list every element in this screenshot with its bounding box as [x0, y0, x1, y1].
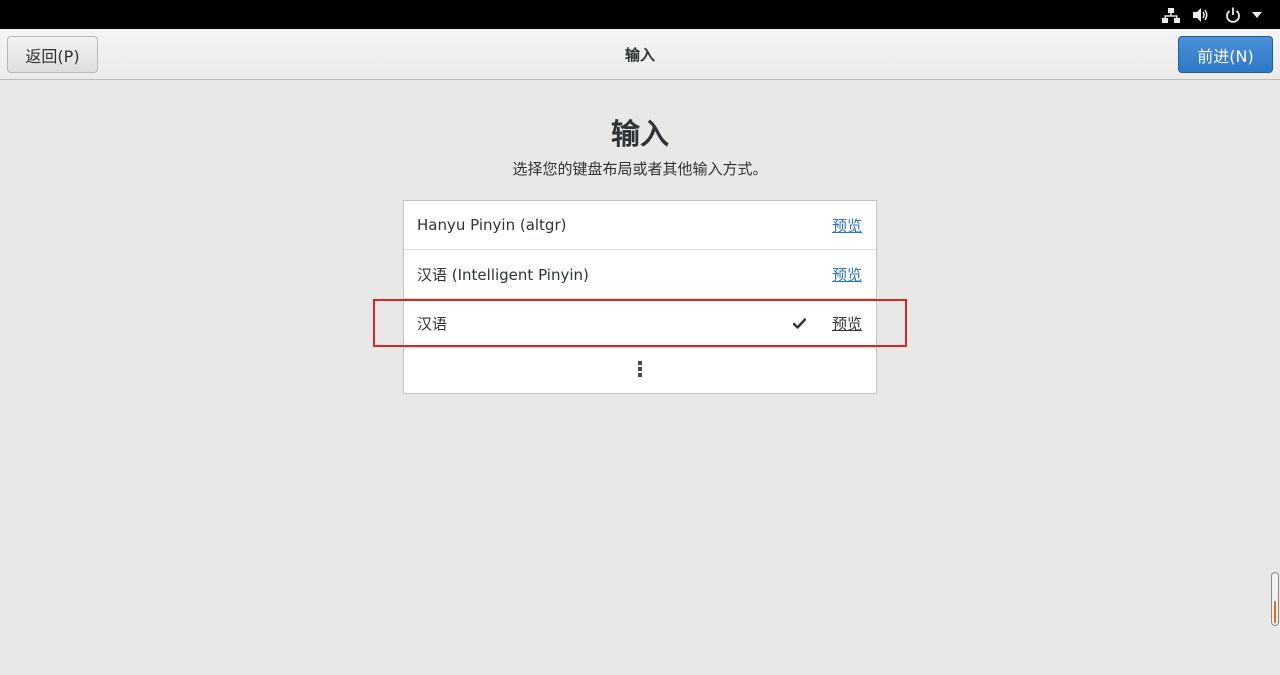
- header-bar: 输入 返回(P) 前进(N): [0, 29, 1280, 80]
- scrollbar-thumb[interactable]: [1274, 601, 1276, 623]
- preview-link[interactable]: 预览: [832, 299, 862, 347]
- preview-link[interactable]: 预览: [832, 201, 862, 249]
- input-source-name: 汉语 (Intelligent Pinyin): [417, 265, 589, 284]
- next-button[interactable]: 前进(N): [1178, 36, 1273, 73]
- system-top-bar: [0, 0, 1280, 29]
- header-title: 输入: [624, 45, 655, 64]
- input-source-name: 汉语: [417, 314, 448, 333]
- input-source-name: Hanyu Pinyin (altgr): [417, 216, 567, 234]
- input-source-row-selected[interactable]: 汉语 预览: [404, 299, 876, 348]
- menu-arrow-icon[interactable]: [1248, 0, 1266, 29]
- network-icon[interactable]: [1160, 0, 1182, 29]
- input-source-list: Hanyu Pinyin (altgr) 预览 汉语 (Intelligent …: [403, 200, 877, 394]
- scrollbar[interactable]: [1271, 572, 1279, 626]
- vertical-ellipsis-icon: [637, 359, 643, 383]
- power-icon[interactable]: [1222, 0, 1244, 29]
- preview-link[interactable]: 预览: [832, 250, 862, 298]
- volume-icon[interactable]: [1190, 0, 1212, 29]
- back-button[interactable]: 返回(P): [7, 36, 98, 73]
- more-options-button[interactable]: [404, 348, 876, 393]
- page-subtitle: 选择您的键盘布局或者其他输入方式。: [512, 160, 768, 178]
- page-title: 输入: [610, 117, 669, 151]
- checkmark-icon: [793, 299, 806, 347]
- input-source-row[interactable]: 汉语 (Intelligent Pinyin) 预览: [404, 250, 876, 299]
- input-source-row[interactable]: Hanyu Pinyin (altgr) 预览: [404, 201, 876, 250]
